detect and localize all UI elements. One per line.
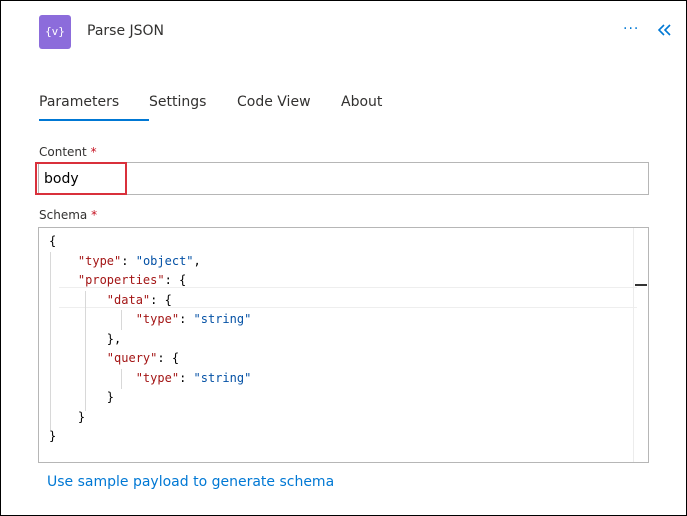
code-line: "type": "string" [135,370,252,385]
parse-json-icon: {v} [39,15,71,49]
panel-title: Parse JSON [87,23,165,39]
content-required-marker: * [90,145,97,159]
schema-label: Schema * [39,208,97,222]
schema-required-marker: * [91,208,98,222]
code-line: } [49,409,86,424]
code-line: "data": { [106,292,172,307]
tab-bar: Parameters Settings Code View About [39,91,401,123]
code-line: { [49,234,57,248]
tab-settings[interactable]: Settings [149,91,237,119]
code-line: }, [49,331,122,346]
schema-editor[interactable]: { "type": "object", "properties": { "dat… [38,227,649,463]
tab-code-view[interactable]: Code View [237,91,341,119]
content-label: Content * [39,145,97,159]
code-line: "query": { [106,351,180,365]
content-label-text: Content [39,145,87,159]
scrollbar-cursor-marker [635,284,647,286]
panel-header: {v} Parse JSON ··· [39,15,679,51]
more-options-icon[interactable]: ··· [623,21,639,37]
code-line: "type": "object", [77,253,201,268]
code-line: "properties": { [77,273,187,287]
editor-scrollbar[interactable] [633,228,648,462]
parse-json-panel: {v} Parse JSON ··· Parameters Settings C… [0,0,687,516]
code-line: } [49,429,57,443]
generate-schema-link[interactable]: Use sample payload to generate schema [47,474,334,490]
code-line: } [49,390,115,404]
schema-code: { "type": "object", "properties": { "dat… [49,232,251,447]
content-input[interactable]: body [38,162,649,195]
schema-label-text: Schema [39,208,88,222]
code-line: "type": "string" [135,312,252,326]
tab-parameters[interactable]: Parameters [39,91,149,121]
content-value: body [44,171,79,187]
tab-about[interactable]: About [341,91,401,119]
collapse-panel-icon[interactable] [655,20,675,40]
